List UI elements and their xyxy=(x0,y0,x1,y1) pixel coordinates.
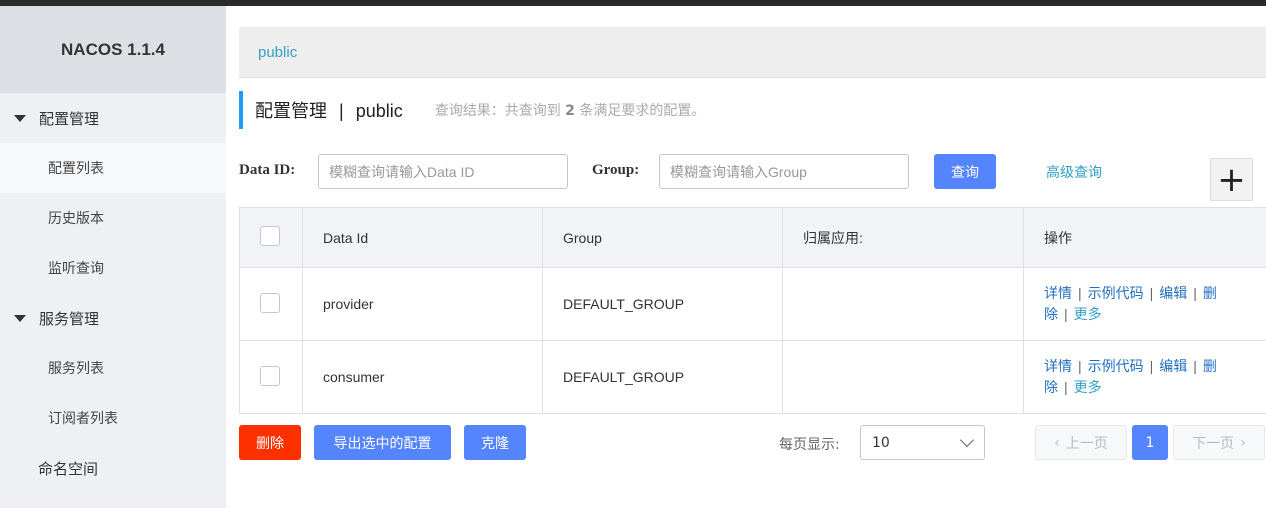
advanced-query-link[interactable]: 高级查询 xyxy=(1046,162,1102,182)
more-link[interactable]: 更多 xyxy=(1074,379,1102,395)
sidebar: NACOS 1.1.4 配置管理 配置列表 历史版本 监听查询 服务管理 服务列… xyxy=(0,6,226,508)
sidebar-item-listener-query[interactable]: 监听查询 xyxy=(0,243,226,293)
chevron-down-icon xyxy=(959,432,975,448)
cell-dataid: provider xyxy=(302,267,543,341)
cell-app xyxy=(782,267,1024,341)
namespace-bar: public xyxy=(239,27,1266,78)
sidebar-group-config[interactable]: 配置管理 xyxy=(0,93,226,143)
plus-icon: + xyxy=(1217,159,1246,200)
row-checkbox-cell xyxy=(239,267,303,341)
table-row: provider DEFAULT_GROUP 详情 | 示例代码 | 编辑 | 删除 | 更多 xyxy=(239,267,1266,341)
query-button[interactable]: 查询 xyxy=(934,154,996,189)
cell-dataid: consumer xyxy=(302,340,543,414)
page-size-value: 10 xyxy=(872,434,890,451)
cell-group: DEFAULT_GROUP xyxy=(542,267,783,341)
caret-down-icon xyxy=(14,314,26,322)
clone-button[interactable]: 克隆 xyxy=(464,425,526,460)
detail-link[interactable]: 详情 xyxy=(1044,285,1072,301)
cell-group: DEFAULT_GROUP xyxy=(542,340,783,414)
add-config-button[interactable]: + xyxy=(1210,158,1253,201)
sample-code-link[interactable]: 示例代码 xyxy=(1088,358,1144,374)
page-header: 配置管理 | public 查询结果：共查询到 2 条满足要求的配置。 xyxy=(239,91,705,129)
column-header-dataid: Data Id xyxy=(302,207,543,268)
dataid-input-wrapper xyxy=(318,154,568,189)
edit-link[interactable]: 编辑 xyxy=(1159,285,1187,301)
dataid-search-input[interactable] xyxy=(319,155,567,188)
header-checkbox-cell xyxy=(239,207,303,268)
caret-down-icon xyxy=(14,114,26,122)
table-header-row: Data Id Group 归属应用: 操作 xyxy=(239,207,1266,268)
next-page-button[interactable]: 下一页 › xyxy=(1173,425,1265,460)
config-table: Data Id Group 归属应用: 操作 provider DEFAULT_… xyxy=(239,207,1266,414)
result-count: 2 xyxy=(565,103,575,119)
search-bar: Data ID: Group: 查询 高级查询 + xyxy=(239,154,1266,201)
select-all-checkbox[interactable] xyxy=(260,226,280,246)
edit-link[interactable]: 编辑 xyxy=(1159,358,1187,374)
title-accent-bar xyxy=(239,91,243,129)
group-label: Group: xyxy=(592,162,640,178)
main-content: public 配置管理 | public 查询结果：共查询到 2 条满足要求的配置。… xyxy=(239,0,1266,508)
cell-app xyxy=(782,340,1024,414)
sidebar-item-history[interactable]: 历史版本 xyxy=(0,193,226,243)
page-size-select[interactable]: 10 xyxy=(860,425,985,460)
export-selected-button[interactable]: 导出选中的配置 xyxy=(314,425,451,460)
cell-actions: 详情 | 示例代码 | 编辑 | 删除 | 更多 xyxy=(1023,267,1266,341)
detail-link[interactable]: 详情 xyxy=(1044,358,1072,374)
namespace-link-public[interactable]: public xyxy=(258,44,297,61)
sample-code-link[interactable]: 示例代码 xyxy=(1088,285,1144,301)
sidebar-group-service[interactable]: 服务管理 xyxy=(0,293,226,343)
chevron-right-icon: › xyxy=(1240,434,1246,451)
cell-actions: 详情 | 示例代码 | 编辑 | 删除 | 更多 xyxy=(1023,340,1266,414)
column-header-actions: 操作 xyxy=(1023,207,1266,268)
app-title: NACOS 1.1.4 xyxy=(0,6,226,93)
delete-button[interactable]: 删除 xyxy=(239,425,301,460)
row-checkbox[interactable] xyxy=(260,292,280,313)
table-row: consumer DEFAULT_GROUP 详情 | 示例代码 | 编辑 | 删除 | 更多 xyxy=(239,340,1266,414)
column-header-group: Group xyxy=(542,207,783,268)
page-title: 配置管理 | public xyxy=(255,101,403,121)
sidebar-item-subscriber-list[interactable]: 订阅者列表 xyxy=(0,393,226,443)
prev-page-button[interactable]: ‹ 上一页 xyxy=(1035,425,1127,460)
chevron-left-icon: ‹ xyxy=(1054,434,1060,451)
sidebar-item-config-list[interactable]: 配置列表 xyxy=(0,143,226,193)
sidebar-item-service-list[interactable]: 服务列表 xyxy=(0,343,226,393)
row-checkbox-cell xyxy=(239,340,303,414)
more-link[interactable]: 更多 xyxy=(1074,306,1102,322)
group-input-wrapper xyxy=(659,154,909,189)
sidebar-item-namespace[interactable]: 命名空间 xyxy=(0,443,226,493)
current-page-button[interactable]: 1 xyxy=(1132,425,1168,460)
dataid-label: Data ID: xyxy=(239,162,296,178)
sidebar-group-label: 配置管理 xyxy=(39,109,100,128)
page-size-label: 每页显示: xyxy=(779,437,840,453)
group-search-input[interactable] xyxy=(660,155,908,188)
column-header-app: 归属应用: xyxy=(782,207,1024,268)
row-checkbox[interactable] xyxy=(260,365,280,386)
sidebar-group-label: 服务管理 xyxy=(39,309,100,328)
table-footer: 删除 导出选中的配置 克隆 每页显示: 10 ‹ 上一页 1 下一页 › xyxy=(239,425,1266,461)
query-result-summary: 查询结果：共查询到 2 条满足要求的配置。 xyxy=(434,103,706,119)
